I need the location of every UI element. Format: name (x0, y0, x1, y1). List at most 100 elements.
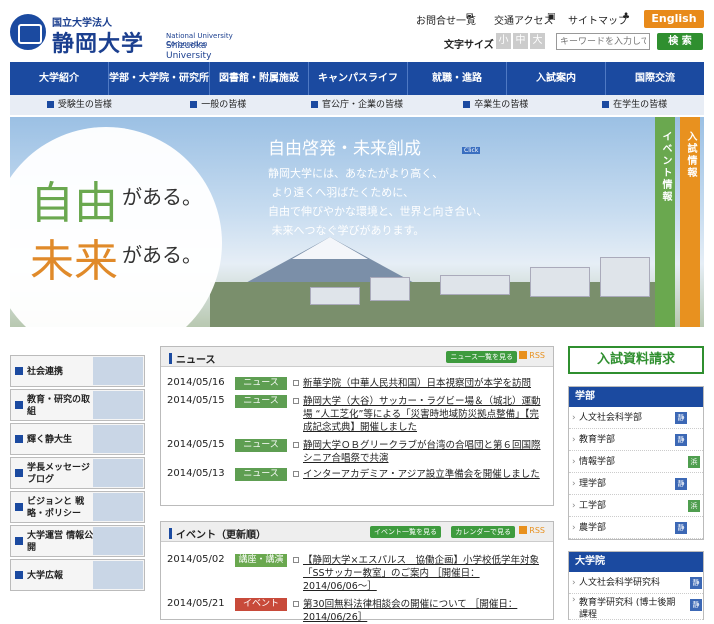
calendar-button[interactable]: カレンダーで見る (451, 526, 515, 538)
graduate-link[interactable]: 教育学研究科 (博士後期課程 静 (569, 594, 703, 620)
english-button[interactable]: English (644, 10, 704, 28)
nav-career[interactable]: 就職・進路 (408, 62, 507, 95)
news-text[interactable]: 新華学院（中華人民共和国）日本視察団が本学を訪問 (303, 377, 547, 390)
audience-alumni[interactable]: 卒業生の皆様 (426, 95, 565, 115)
event-text[interactable]: 第30回無料法律相談会の開催について ［開催日：2014/06/26］ (303, 598, 547, 624)
campus-badge: 静 (675, 478, 687, 490)
hero-click-badge[interactable]: Click (462, 147, 481, 154)
arrow-icon (15, 469, 23, 477)
university-logo[interactable]: 国立大学法人 静岡大学 National University Corporat… (10, 12, 250, 61)
faculty-link[interactable]: 人文社会科学部 静 (569, 407, 703, 429)
faculty-link[interactable]: 理学部 静 (569, 473, 703, 495)
nav-faculties[interactable]: 学部・大学院・研究所 (109, 62, 210, 95)
arrow-icon (15, 537, 23, 545)
font-size-large-button[interactable]: 大 (530, 33, 545, 49)
audience-prospective[interactable]: 受験生の皆様 (10, 95, 149, 115)
font-size-medium-button[interactable]: 中 (513, 33, 528, 49)
news-list-button[interactable]: ニュース一覧を見る (446, 351, 517, 363)
audience-public[interactable]: 一般の皆様 (149, 95, 288, 115)
link-shining-students[interactable]: 輝く静大生 (10, 423, 145, 455)
faculty-name: 農学部 (579, 523, 607, 533)
link-label: 学長メッセージ ブログ (27, 463, 90, 485)
news-rss-link[interactable]: RSS (519, 351, 545, 360)
events-list-button[interactable]: イベント一覧を見る (370, 526, 441, 538)
audience-nav: 受験生の皆様 一般の皆様 官公庁・企業の皆様 卒業生の皆様 在学生の皆様 (10, 95, 704, 115)
font-size-label: 文字サイズ (444, 40, 494, 51)
header: 国立大学法人 静岡大学 National University Corporat… (0, 0, 714, 62)
university-emblem-icon (10, 14, 46, 50)
link-social-collaboration[interactable]: 社会連携 (10, 355, 145, 387)
news-date: 2014/05/16 (167, 377, 225, 388)
news-title: ニュース (169, 351, 216, 366)
link-label: 教育・研究の取組 (27, 395, 91, 417)
link-photo (93, 357, 143, 385)
faculty-name: 教育学部 (579, 435, 616, 445)
link-label: 輝く静大生 (27, 435, 73, 445)
link-management-disclosure[interactable]: 大学運営 情報公開 (10, 525, 145, 557)
events-title: イベント（更新順） (169, 526, 266, 541)
nav-international[interactable]: 国際交流 (606, 62, 704, 95)
news-tag: ニュース (235, 468, 287, 481)
graduate-link[interactable]: 人文社会科学研究科 静 (569, 572, 703, 594)
faculty-link[interactable]: 工学部 浜 (569, 495, 703, 517)
arrow-icon (15, 401, 23, 409)
news-tag: ニュース (235, 395, 287, 408)
sitemap-icon: ♣ (622, 12, 631, 22)
graduate-title: 大学院 (569, 552, 703, 572)
nav-library[interactable]: 図書館・附属施設 (210, 62, 309, 95)
admission-brochure-button[interactable]: 入試資料請求 (568, 346, 704, 374)
arrow-icon (463, 101, 471, 108)
news-header: ニュース ニュース一覧を見る RSS (161, 347, 553, 367)
hero-title: 自由啓発・未来創成 (268, 139, 421, 159)
event-text[interactable]: 【静岡大学×エスパルス 協働企画】小学校低学年対象「SSサッカー教室」のご案内 … (303, 554, 547, 593)
hero-future-big: 未来 (30, 236, 118, 287)
link-president-blog[interactable]: 学長メッセージ ブログ (10, 457, 145, 489)
link-photo (93, 561, 143, 589)
mail-icon: ✉ (466, 12, 474, 22)
nav-about[interactable]: 大学紹介 (10, 62, 109, 95)
campus-badge: 静 (675, 434, 687, 446)
faculty-link[interactable]: 教育学部 静 (569, 429, 703, 451)
event-date: 2014/05/02 (167, 554, 225, 565)
bullet-icon (293, 601, 299, 607)
bullet-icon (293, 380, 299, 386)
link-public-relations[interactable]: 大学広報 (10, 559, 145, 591)
nav-admissions[interactable]: 入試案内 (507, 62, 606, 95)
arrow-icon (46, 101, 54, 108)
news-text[interactable]: 静岡大学ＯＢグリークラブが台湾の合唱団と第６回国際シニア合唱祭で共演 (303, 439, 547, 465)
search-input[interactable] (556, 33, 650, 50)
faculty-link[interactable]: 農学部 静 (569, 517, 703, 539)
faculty-link[interactable]: 情報学部 浜 (569, 451, 703, 473)
news-text[interactable]: インターアカデミア・アジア設立準備会を開催しました (303, 468, 547, 481)
event-date: 2014/05/21 (167, 598, 225, 609)
news-date: 2014/05/15 (167, 439, 225, 450)
access-link[interactable]: 交通アクセス (494, 12, 554, 27)
audience-label: 在学生の皆様 (613, 100, 668, 110)
font-size-small-button[interactable]: 小 (496, 33, 511, 49)
sitemap-link[interactable]: サイトマップ (568, 12, 628, 27)
arrow-icon (15, 367, 23, 375)
campus-badge: 浜 (688, 456, 700, 468)
link-vision-strategy[interactable]: ビジョンと 戦略・ポリシー (10, 491, 145, 523)
audience-label: 一般の皆様 (201, 100, 247, 110)
global-nav: 大学紹介 学部・大学院・研究所 図書館・附属施設 キャンパスライフ 就職・進路 … (10, 62, 704, 95)
events-rss-link[interactable]: RSS (519, 526, 545, 535)
arrow-icon (15, 503, 23, 511)
nav-campus-life[interactable]: キャンパスライフ (309, 62, 408, 95)
bullet-icon (293, 557, 299, 563)
events-panel: イベント（更新順） イベント一覧を見る カレンダーで見る RSS 2014/05… (160, 521, 554, 623)
bullet-icon (293, 442, 299, 448)
bullet-icon (293, 471, 299, 477)
campus-badge: 静 (675, 522, 687, 534)
hero-future-small: がある。 (122, 243, 202, 267)
news-text[interactable]: 静岡大学（大谷）サッカー・ラグビー場＆（城北）運動場 “人工芝化”等による「災害… (303, 395, 547, 434)
audience-students[interactable]: 在学生の皆様 (565, 95, 704, 115)
bullet-icon (293, 398, 299, 404)
link-education-research[interactable]: 教育・研究の取組 (10, 389, 145, 421)
search-button[interactable]: 検 索 (657, 33, 703, 50)
news-date: 2014/05/13 (167, 468, 225, 479)
event-info-tab[interactable]: イベント情報 (655, 117, 675, 327)
hero-banner[interactable]: 自由 がある。 未来 がある。 自由啓発・未来創成 Click 静岡大学には、あ… (10, 117, 704, 327)
admission-info-tab[interactable]: 入試情報 (680, 117, 700, 327)
audience-business[interactable]: 官公庁・企業の皆様 (288, 95, 427, 115)
